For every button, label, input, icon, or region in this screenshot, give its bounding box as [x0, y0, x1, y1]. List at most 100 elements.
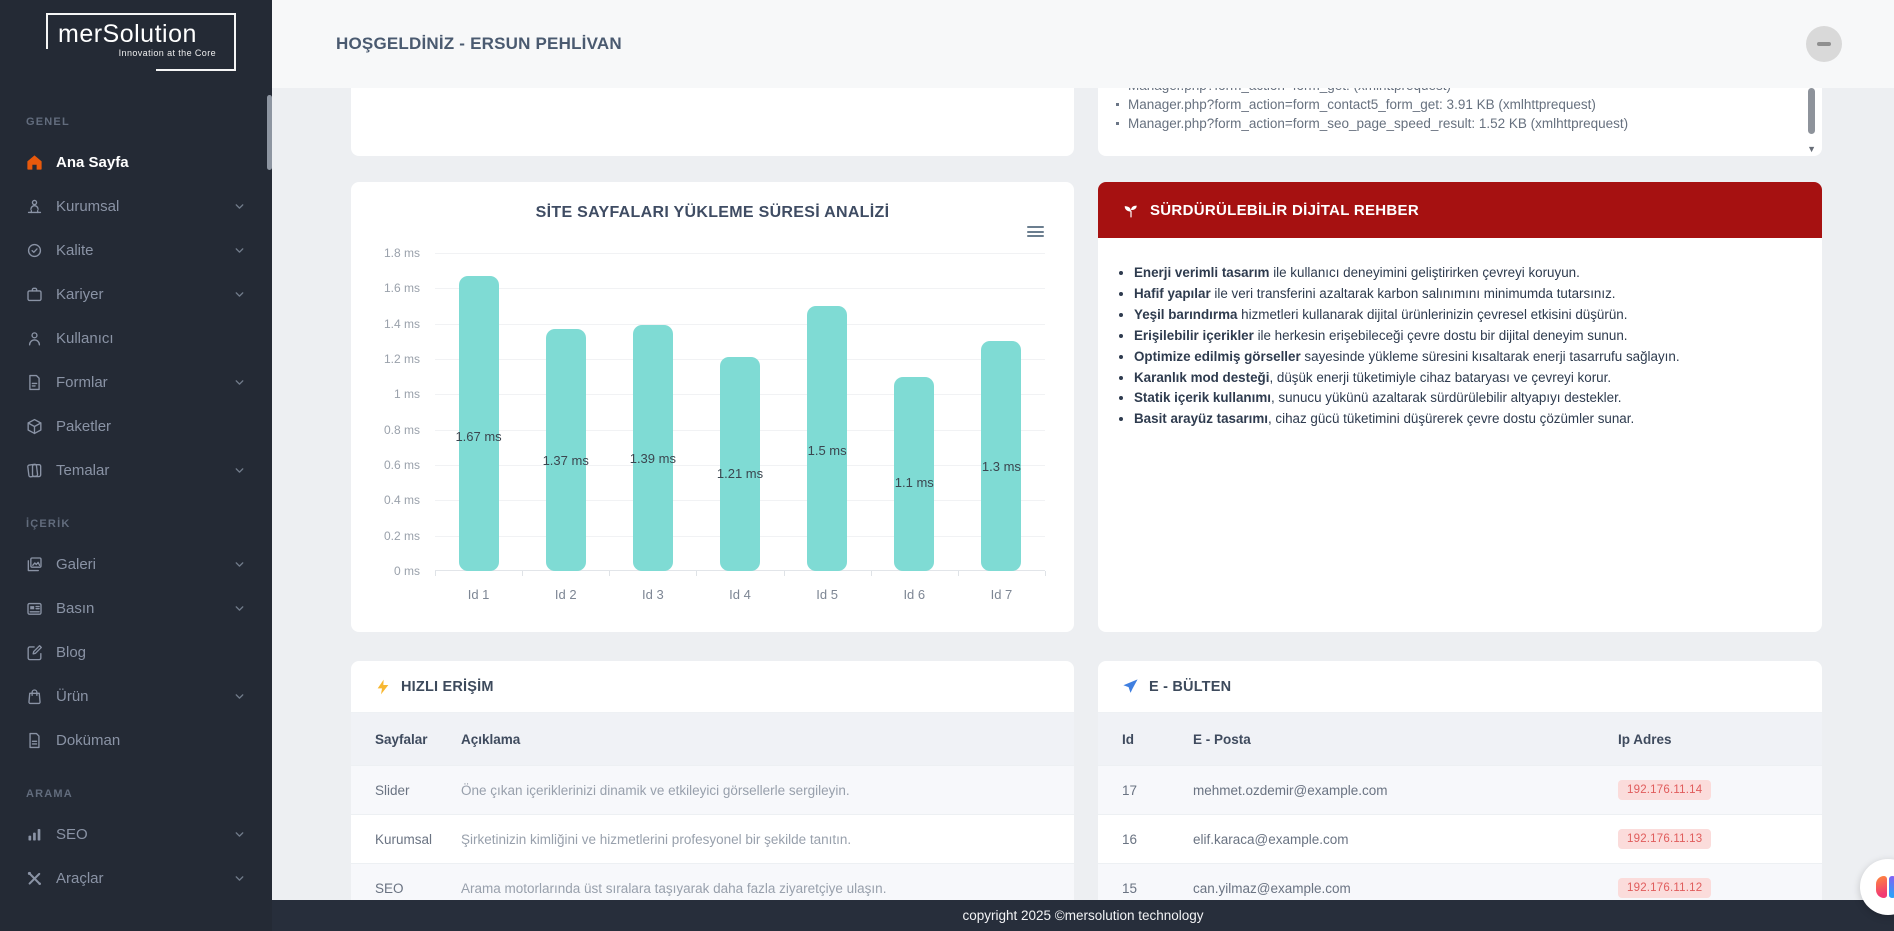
shopping-bag-icon [24, 686, 44, 706]
sidebar-item-kullanici[interactable]: Kullanıcı [0, 316, 272, 360]
logo-frame-line [234, 13, 236, 71]
sidebar-item-label: Araçlar [56, 870, 104, 887]
chevron-down-icon [233, 558, 246, 571]
x-axis-category-label: Id 7 [961, 587, 1041, 602]
document-icon [24, 730, 44, 750]
description-cell: Öne çıkan içeriklerinizi dinamik ve etki… [461, 783, 1074, 798]
sidebar-item-label: Kalite [56, 242, 94, 259]
y-axis-tick-label: 1.2 ms [351, 352, 420, 366]
ip-badge: 192.176.11.14 [1618, 780, 1711, 800]
chart-title: SİTE SAYFALARI YÜKLEME SÜRESİ ANALİZİ [351, 204, 1074, 222]
briefcase-icon [24, 284, 44, 304]
sidebar-item-basin[interactable]: Basın [0, 586, 272, 630]
sidebar-item-kalite[interactable]: Kalite [0, 228, 272, 272]
chart-bar-id-7 [981, 341, 1021, 571]
id-cell: 16 [1098, 832, 1193, 847]
x-axis-tick [609, 571, 610, 576]
newsletter-title: E - BÜLTEN [1149, 679, 1231, 695]
sidebar-section-label: İÇERİK [0, 506, 272, 542]
chart-plot-area: 1.67 msId 11.37 msId 21.39 msId 31.21 ms… [435, 253, 1045, 571]
x-axis-tick [522, 571, 523, 576]
x-axis-tick [696, 571, 697, 576]
x-axis-category-label: Id 5 [787, 587, 867, 602]
id-cell: 15 [1098, 881, 1193, 896]
sidebar-item-label: Kullanıcı [56, 330, 114, 347]
guide-item: Yeşil barındırma hizmetleri kullanarak d… [1134, 305, 1794, 326]
home-icon [24, 152, 44, 172]
x-axis-tick [958, 571, 959, 576]
y-axis-tick-label: 0.6 ms [351, 458, 420, 472]
request-list: Manager.php?form_action=form_get: (xmlht… [1098, 88, 1822, 133]
seo-bars-icon [24, 824, 44, 844]
chevron-down-icon [233, 244, 246, 257]
requests-card: Manager.php?form_action=form_get: (xmlht… [1098, 88, 1822, 156]
x-axis-category-label: Id 3 [613, 587, 693, 602]
copyright-text: copyright 2025 ©mersolution technology [962, 908, 1203, 923]
corporate-person-icon [24, 196, 44, 216]
blog-edit-icon [24, 642, 44, 662]
scroll-down-arrow-icon[interactable]: ▼ [1807, 144, 1816, 154]
sidebar-item-kariyer[interactable]: Kariyer [0, 272, 272, 316]
guide-item: Basit arayüz tasarımı, cihaz gücü tüketi… [1134, 409, 1794, 430]
chart-bar-id-4 [720, 357, 760, 571]
sidebar-item-araclar[interactable]: Araçlar [0, 856, 272, 900]
tools-icon [24, 868, 44, 888]
bar-value-label: 1.21 ms [710, 466, 770, 481]
column-header-ip: Ip Adres [1618, 732, 1822, 747]
newsletter-card-header: E - BÜLTEN [1098, 661, 1822, 713]
logo[interactable]: merSolution Innovation at the Core [46, 13, 236, 75]
sidebar-item-blog[interactable]: Blog [0, 630, 272, 674]
app-root: { "colors": { "sidebar_bg": "#242a35", "… [0, 0, 1894, 931]
bar-value-label: 1.37 ms [536, 453, 596, 468]
sidebar-item-formlar[interactable]: Formlar [0, 360, 272, 404]
table-row-newsletter-16: 16elif.karaca@example.com192.176.11.13 [1098, 814, 1822, 863]
sidebar-item-galeri[interactable]: Galeri [0, 542, 272, 586]
sidebar-item-paketler[interactable]: Paketler [0, 404, 272, 448]
requests-scrollbar-thumb[interactable] [1808, 88, 1815, 134]
sustainability-card: SÜRDÜRÜLEBİLİR DİJİTAL REHBER Enerji ver… [1098, 182, 1822, 632]
profile-avatar[interactable] [1806, 26, 1842, 62]
header-bar: HOŞGELDİNİZ - ERSUN PEHLİVAN [272, 0, 1894, 88]
sidebar-item-urun[interactable]: Ürün [0, 674, 272, 718]
request-item: Manager.php?form_action=form_contact5_fo… [1128, 95, 1822, 114]
y-axis-tick-label: 0.8 ms [351, 423, 420, 437]
bar-value-label: 1.3 ms [971, 459, 1031, 474]
sidebar-item-label: Formlar [56, 374, 108, 391]
sidebar-nav: GENELAna SayfaKurumsal Kalite Kariyer Kulla… [0, 104, 272, 900]
x-axis-category-label: Id 6 [874, 587, 954, 602]
sidebar-item-temalar[interactable]: Temalar [0, 448, 272, 492]
sidebar-item-dokuman[interactable]: Doküman [0, 718, 272, 762]
y-axis-tick-label: 0.2 ms [351, 529, 420, 543]
column-header-email: E - Posta [1193, 732, 1618, 747]
form-document-icon [24, 372, 44, 392]
logo-tagline: Innovation at the Core [46, 48, 236, 58]
chevron-down-icon [233, 690, 246, 703]
welcome-title: HOŞGELDİNİZ - ERSUN PEHLİVAN [336, 34, 622, 54]
bar-value-label: 1.5 ms [797, 443, 857, 458]
x-axis-tick [784, 571, 785, 576]
y-axis-tick-label: 1 ms [351, 387, 420, 401]
logo-title: merSolution [46, 13, 236, 49]
column-header-pages: Sayfalar [351, 732, 461, 747]
x-axis-category-label: Id 2 [526, 587, 606, 602]
chart-menu-icon[interactable] [1027, 226, 1044, 237]
footer: copyright 2025 ©mersolution technology [272, 900, 1894, 931]
table-row-newsletter-17: 17mehmet.ozdemir@example.com192.176.11.1… [1098, 765, 1822, 814]
quick-access-table-header: Sayfalar Açıklama [351, 713, 1074, 765]
description-cell: Şirketinizin kimliğini ve hizmetlerini p… [461, 832, 1074, 847]
x-axis-category-label: Id 1 [439, 587, 519, 602]
newsletter-card: E - BÜLTEN Id E - Posta Ip Adres 17mehme… [1098, 661, 1822, 931]
seedling-icon [1122, 201, 1140, 219]
sidebar: merSolution Innovation at the Core GENEL… [0, 0, 272, 931]
email-cell: can.yilmaz@example.com [1193, 881, 1618, 896]
sidebar-section-label: ARAMA [0, 776, 272, 812]
sidebar-item-kurumsal[interactable]: Kurumsal [0, 184, 272, 228]
sidebar-item-label: Temalar [56, 462, 109, 479]
sidebar-item-ana-sayfa[interactable]: Ana Sayfa [0, 140, 272, 184]
gridline [435, 324, 1045, 325]
chart-bar-id-1 [459, 276, 499, 571]
sidebar-section-label: GENEL [0, 104, 272, 140]
sidebar-item-seo[interactable]: SEO [0, 812, 272, 856]
gridline [435, 288, 1045, 289]
email-cell: elif.karaca@example.com [1193, 832, 1618, 847]
